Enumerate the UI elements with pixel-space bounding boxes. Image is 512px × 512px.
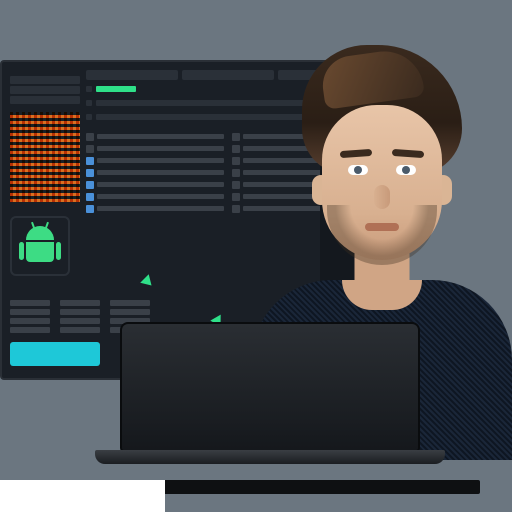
list-icon	[232, 145, 240, 153]
highlight-bar	[96, 86, 136, 92]
list-icon	[232, 193, 240, 201]
laptop-base	[95, 450, 445, 464]
editor-tab	[86, 70, 178, 80]
list-icon	[232, 169, 240, 177]
file-icon	[86, 133, 94, 141]
file-icon	[86, 157, 94, 165]
file-icon	[86, 169, 94, 177]
laptop	[95, 322, 445, 482]
sidebar-row	[10, 76, 80, 84]
file-icon	[86, 205, 94, 213]
list-icon	[232, 181, 240, 189]
corner-block	[0, 480, 165, 512]
eye-icon	[396, 165, 416, 175]
list-icon	[232, 157, 240, 165]
primary-action-button	[10, 342, 100, 366]
list-icon	[232, 205, 240, 213]
file-list	[86, 132, 224, 213]
eye-icon	[348, 165, 368, 175]
sidebar-row	[10, 96, 80, 104]
file-icon	[86, 145, 94, 153]
android-icon	[22, 226, 58, 266]
file-icon	[86, 193, 94, 201]
heatmap-grid	[10, 112, 80, 202]
file-icon	[86, 181, 94, 189]
list-icon	[232, 133, 240, 141]
editor-tab	[182, 70, 274, 80]
sidebar-row	[10, 86, 80, 94]
laptop-lid	[120, 322, 420, 452]
android-badge	[10, 216, 70, 276]
